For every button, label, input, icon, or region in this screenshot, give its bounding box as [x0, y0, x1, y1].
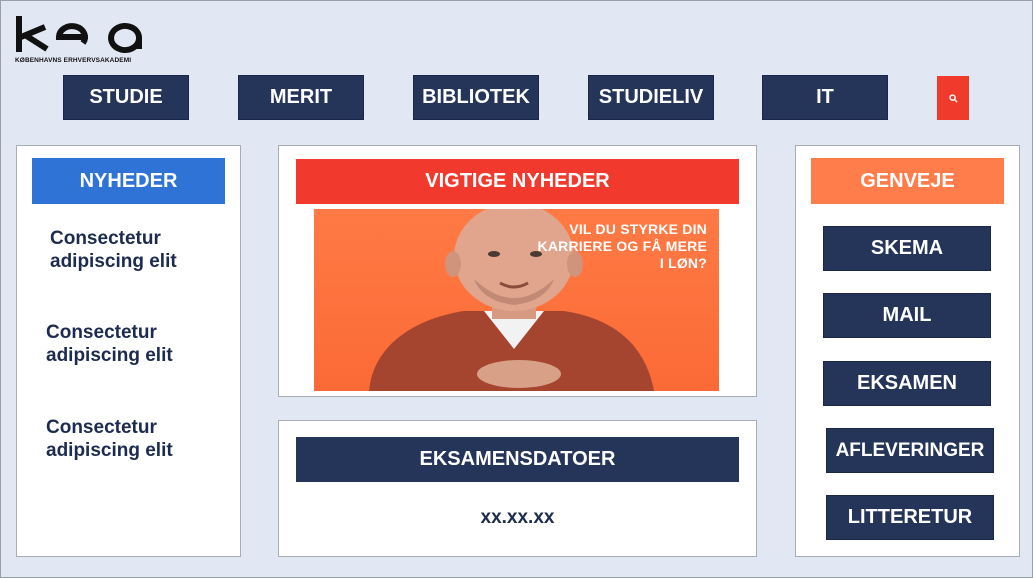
exam-dates-header: EKSAMENSDATOER — [296, 437, 739, 482]
news-item[interactable]: Consectetur adipiscing elit — [50, 227, 230, 273]
banner-text: VIL DU STYRKE DIN KARRIERE OG FÅ MERE I … — [537, 221, 707, 271]
shortcut-eksamen-button[interactable]: EKSAMEN — [823, 361, 991, 406]
nav-studie-button[interactable]: STUDIE — [63, 75, 189, 120]
shortcut-mail-button[interactable]: MAIL — [823, 293, 991, 338]
kea-logo[interactable]: KØBENHAVNS ERHVERVSAKADEMI — [15, 15, 155, 69]
shortcut-skema-button[interactable]: SKEMA — [823, 226, 991, 271]
search-icon — [948, 93, 958, 103]
nav-it-button[interactable]: IT — [762, 75, 888, 120]
promo-banner-image[interactable]: VIL DU STYRKE DIN KARRIERE OG FÅ MERE I … — [314, 209, 719, 391]
news-item[interactable]: Consectetur adipiscing elit — [46, 416, 226, 462]
kea-logo-wordmark — [16, 16, 142, 53]
shortcut-litteretur-button[interactable]: LITTERETUR — [826, 495, 994, 540]
shortcut-afleveringer-button[interactable]: AFLEVERINGER — [826, 428, 994, 473]
nav-bibliotek-button[interactable]: BIBLIOTEK — [413, 75, 539, 120]
shortcuts-header: GENVEJE — [811, 158, 1004, 204]
news-header: NYHEDER — [32, 158, 225, 204]
nav-merit-button[interactable]: MERIT — [238, 75, 364, 120]
exam-date-value: xx.xx.xx — [480, 507, 555, 528]
logo-subtitle: KØBENHAVNS ERHVERVSAKADEMI — [15, 57, 132, 64]
important-news-header: VIGTIGE NYHEDER — [296, 159, 739, 204]
search-button[interactable] — [937, 76, 969, 120]
nav-studieliv-button[interactable]: STUDIELIV — [588, 75, 714, 120]
news-item[interactable]: Consectetur adipiscing elit — [46, 321, 226, 367]
